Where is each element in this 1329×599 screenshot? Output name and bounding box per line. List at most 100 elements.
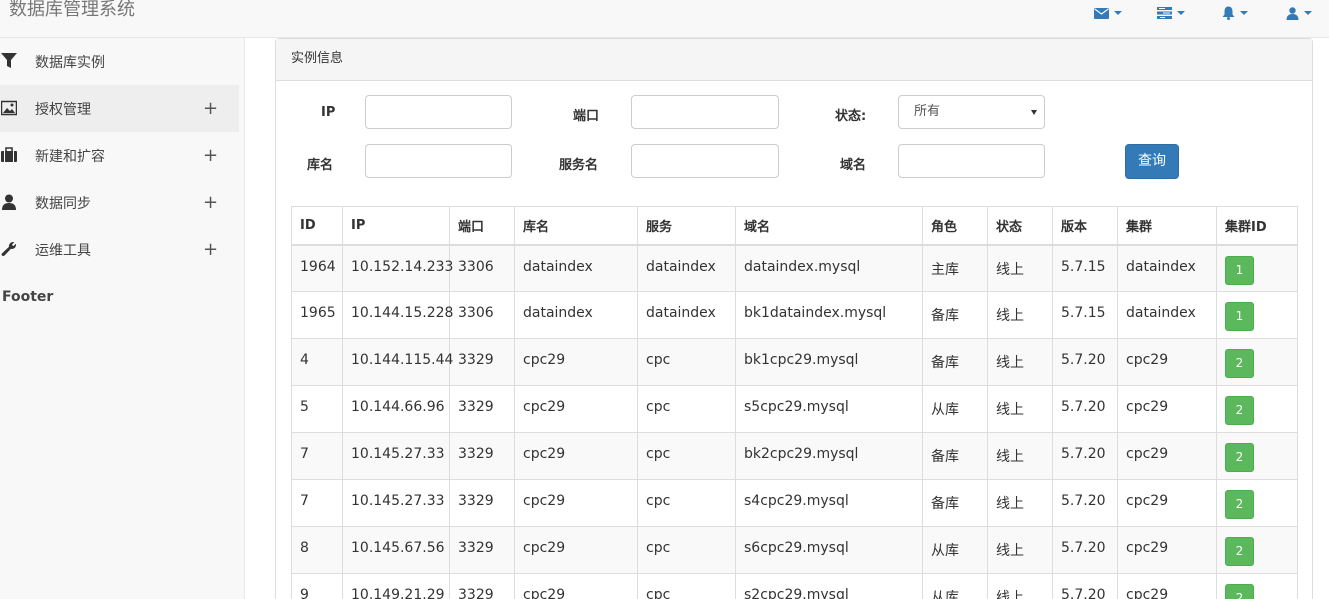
- cell-db-name: cpc29: [514, 479, 638, 527]
- cell-ip: 10.144.66.96: [342, 385, 450, 433]
- messages-dropdown[interactable]: [1094, 2, 1122, 24]
- cell-version: 5.7.15: [1052, 291, 1118, 339]
- cell-status: 线上: [987, 338, 1053, 386]
- cell-version: 5.7.20: [1052, 432, 1118, 480]
- expand-icon[interactable]: +: [203, 193, 218, 212]
- domain-input[interactable]: [898, 144, 1045, 178]
- sidebar-item-create-expand[interactable]: 新建和扩容 +: [0, 132, 239, 179]
- cell-db-name: cpc29: [514, 526, 638, 574]
- column-header[interactable]: IP: [342, 206, 450, 246]
- cell-role: 备库: [922, 338, 988, 386]
- cell-role: 备库: [922, 432, 988, 480]
- service-name-input[interactable]: [631, 144, 779, 178]
- table-row: 1964 10.152.14.233 3306 dataindex dataindex d…: [291, 244, 1298, 292]
- expand-icon[interactable]: +: [203, 240, 218, 259]
- table-row: 9 10.149.21.29 3329 cpc29 cpc s2cpc29.mysql 从库…: [291, 573, 1298, 599]
- user-icon: [2, 194, 16, 210]
- expand-icon[interactable]: +: [203, 99, 218, 118]
- cluster-id-button[interactable]: 2: [1225, 584, 1254, 599]
- cell-domain: dataindex.mysql: [735, 244, 923, 292]
- cell-cluster-id: 2: [1216, 526, 1298, 574]
- bell-icon: [1222, 6, 1235, 20]
- status-label: 状态:: [835, 109, 867, 124]
- cell-cluster: dataindex: [1117, 244, 1217, 292]
- cell-id: 1965: [291, 291, 343, 339]
- sidebar-item-auth-management[interactable]: 授权管理 +: [0, 85, 239, 132]
- cell-service: dataindex: [637, 244, 736, 292]
- cell-status: 线上: [987, 432, 1053, 480]
- cluster-id-button[interactable]: 1: [1225, 302, 1254, 331]
- column-header[interactable]: 集群ID: [1216, 206, 1298, 246]
- tasks-dropdown[interactable]: [1157, 2, 1185, 24]
- cluster-id-button[interactable]: 2: [1225, 537, 1254, 566]
- cell-cluster-id: 1: [1216, 244, 1298, 292]
- cell-status: 线上: [987, 479, 1053, 527]
- status-select-value: 所有: [914, 104, 941, 119]
- cluster-id-button[interactable]: 2: [1225, 396, 1254, 425]
- cell-domain: bk1cpc29.mysql: [735, 338, 923, 386]
- cell-port: 3329: [449, 432, 515, 480]
- column-header[interactable]: 角色: [922, 206, 988, 246]
- cell-cluster: dataindex: [1117, 291, 1217, 339]
- column-header[interactable]: 服务: [637, 206, 736, 246]
- cell-service: dataindex: [637, 291, 736, 339]
- sidebar: 数据库实例 授权管理 + 新建和扩容 + 数据同步 + 运维工具 + Foote…: [0, 38, 245, 599]
- column-header[interactable]: 版本: [1052, 206, 1118, 246]
- cluster-id-button[interactable]: 2: [1225, 349, 1254, 378]
- cell-id: 8: [291, 526, 343, 574]
- table-row: 7 10.145.27.33 3329 cpc29 cpc bk2cpc29.mysql 备…: [291, 432, 1298, 480]
- cell-domain: s5cpc29.mysql: [735, 385, 923, 433]
- cell-port: 3329: [449, 385, 515, 433]
- column-header[interactable]: 库名: [514, 206, 638, 246]
- cluster-id-button[interactable]: 1: [1225, 255, 1254, 285]
- sidebar-item-db-instances[interactable]: 数据库实例: [0, 38, 239, 85]
- port-input[interactable]: [631, 95, 779, 129]
- cell-ip: 10.144.115.44: [342, 338, 453, 386]
- cell-cluster: cpc29: [1117, 526, 1217, 574]
- status-select[interactable]: 所有: [898, 95, 1045, 129]
- cell-role: 从库: [922, 385, 988, 433]
- cell-service: cpc: [637, 526, 736, 574]
- query-button[interactable]: 查询: [1125, 144, 1179, 179]
- column-header[interactable]: 状态: [987, 206, 1053, 246]
- sidebar-item-ops-tools[interactable]: 运维工具 +: [0, 226, 239, 273]
- user-dropdown[interactable]: [1286, 2, 1312, 24]
- chevron-down-icon: [1304, 11, 1312, 15]
- picture-icon: [1, 100, 17, 116]
- cell-db-name: dataindex: [514, 244, 638, 292]
- cell-cluster-id: 2: [1216, 385, 1298, 433]
- app-title[interactable]: 数据库管理系统: [9, 0, 135, 24]
- cell-cluster-id: 1: [1216, 291, 1298, 339]
- table-header-row: ID IP 端口 库名 服务 域名 角色 状态 版本 集群 集群ID: [291, 206, 1298, 246]
- cell-db-name: cpc29: [514, 338, 638, 386]
- cell-role: 备库: [922, 291, 988, 339]
- db-name-input[interactable]: [365, 144, 512, 178]
- alerts-dropdown[interactable]: [1222, 2, 1248, 24]
- column-header[interactable]: 域名: [735, 206, 923, 246]
- column-header[interactable]: 端口: [449, 206, 515, 246]
- cell-version: 5.7.20: [1052, 479, 1118, 527]
- sidebar-item-label: 新建和扩容: [35, 148, 105, 165]
- cell-status: 线上: [987, 573, 1053, 599]
- expand-icon[interactable]: +: [203, 146, 218, 165]
- ip-input[interactable]: [365, 95, 512, 129]
- service-name-label: 服务名: [559, 158, 599, 173]
- cell-service: cpc: [637, 432, 736, 480]
- cell-cluster: cpc29: [1117, 338, 1217, 386]
- cell-cluster: cpc29: [1117, 479, 1217, 527]
- column-header[interactable]: ID: [291, 206, 343, 246]
- cell-ip: 10.149.21.29: [342, 573, 450, 599]
- sidebar-item-data-sync[interactable]: 数据同步 +: [0, 179, 239, 226]
- cell-service: cpc: [637, 479, 736, 527]
- cell-service: cpc: [637, 338, 736, 386]
- column-header[interactable]: 集群: [1117, 206, 1217, 246]
- cell-role: 从库: [922, 573, 988, 599]
- cell-domain: s6cpc29.mysql: [735, 526, 923, 574]
- cluster-id-button[interactable]: 2: [1225, 490, 1254, 519]
- cell-id: 5: [291, 385, 343, 433]
- cell-role: 从库: [922, 526, 988, 574]
- cell-id: 4: [291, 338, 343, 386]
- cluster-id-button[interactable]: 2: [1225, 443, 1254, 472]
- instance-info-panel: 实例信息 IP 端口 状态: 所有 库名 服务名 域名 查询 ID IP 端口 …: [275, 38, 1313, 599]
- cell-db-name: dataindex: [514, 291, 638, 339]
